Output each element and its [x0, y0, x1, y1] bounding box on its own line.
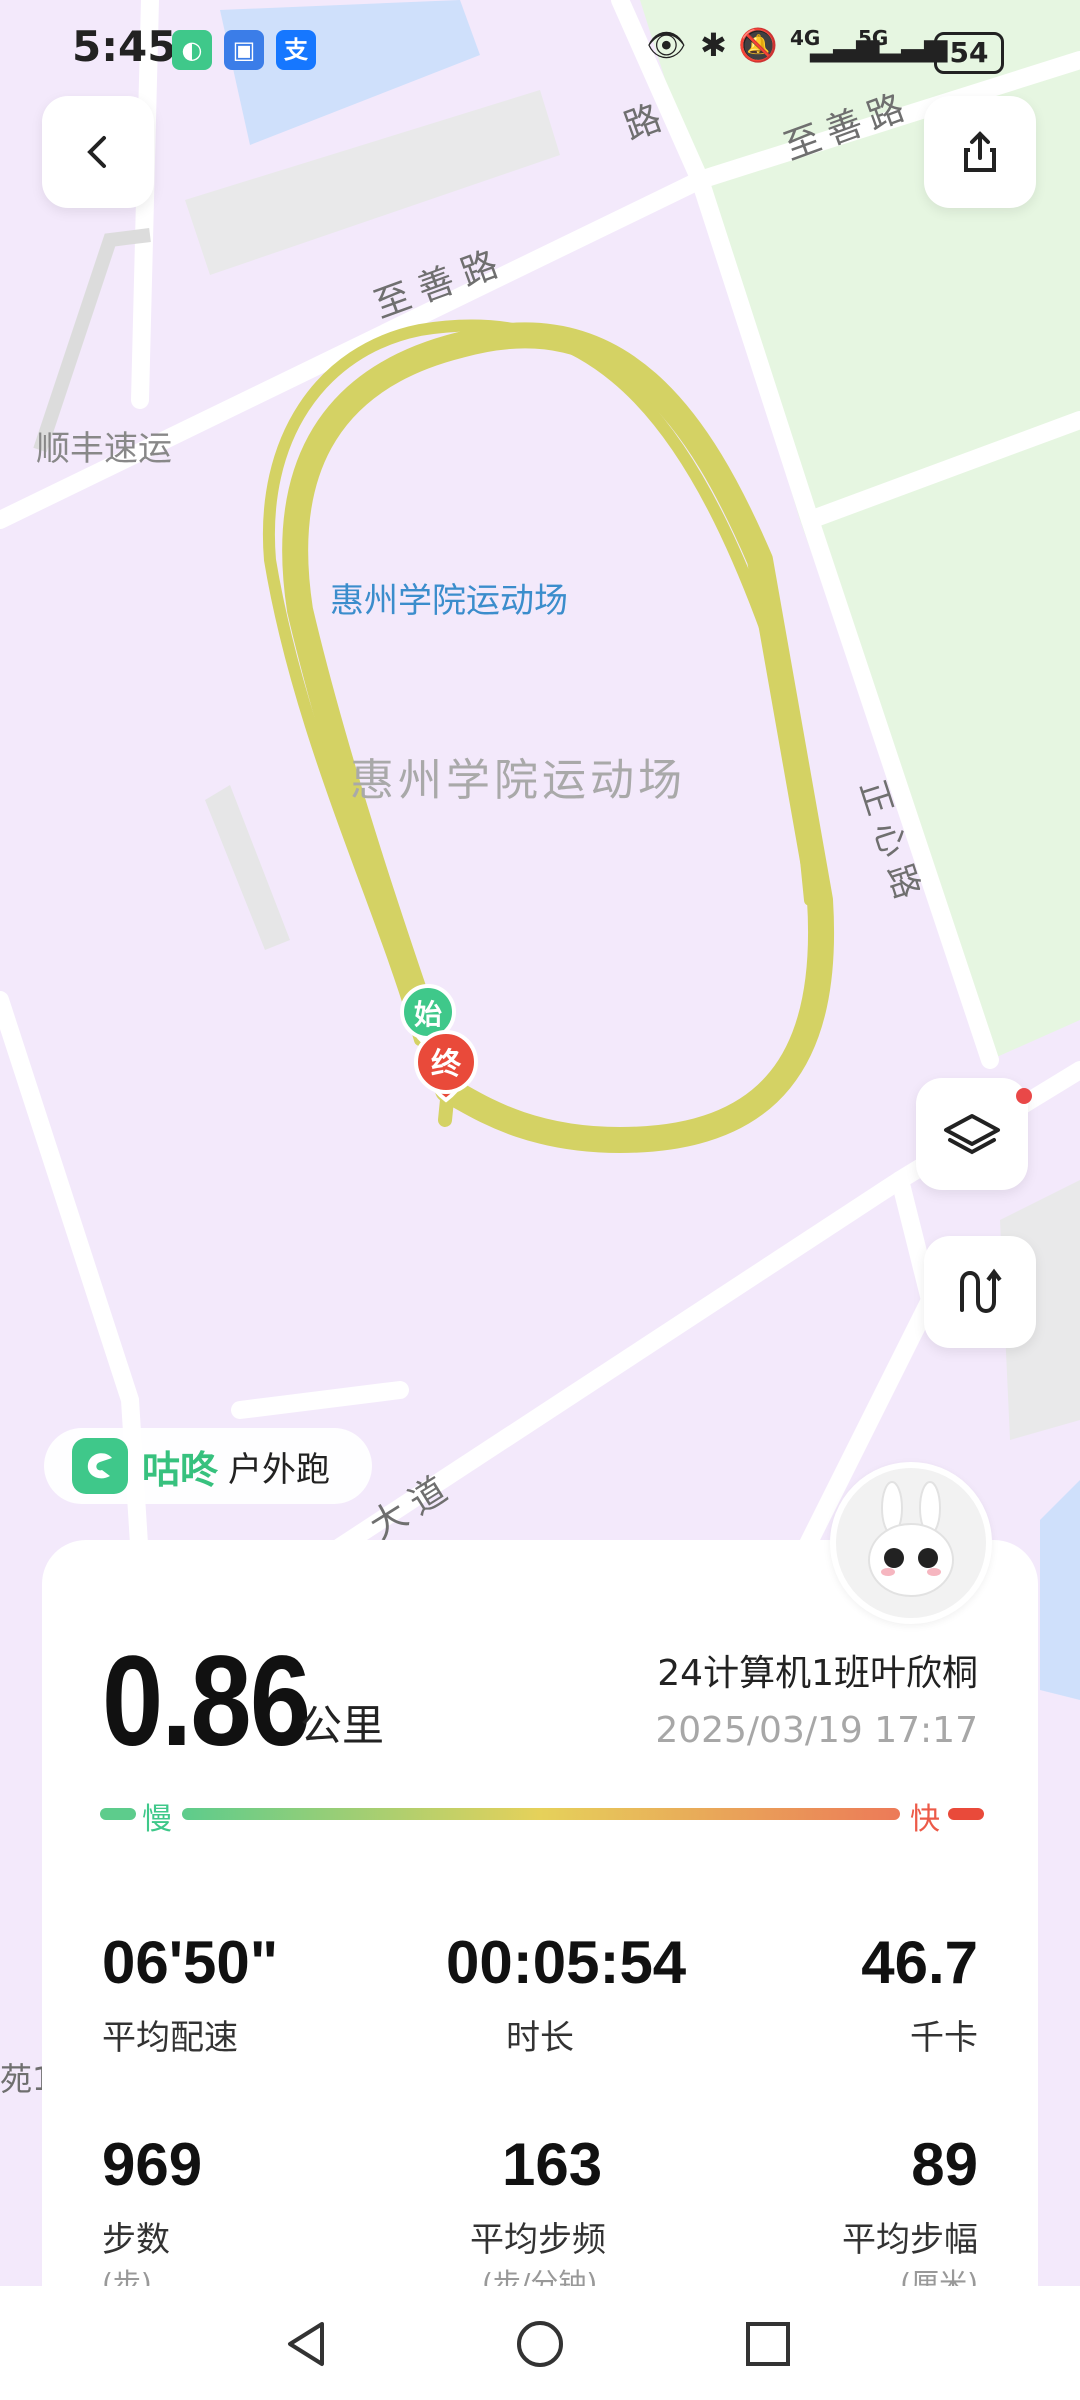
duration-value: 00:05:54	[446, 1929, 687, 1996]
pace-fast-label: 快	[910, 1802, 940, 1837]
back-button[interactable]	[42, 96, 154, 208]
track-replay-icon	[960, 1268, 1002, 1313]
pace-slow-bar	[100, 1808, 136, 1820]
share-icon	[964, 131, 996, 172]
stadium-label[interactable]: 惠州学院运动场	[330, 581, 568, 621]
battery-indicator: 54	[934, 32, 1004, 74]
eye-icon: 👁	[646, 26, 687, 64]
svg-text:终: 终	[431, 1047, 462, 1082]
steps-label: 步数	[102, 2220, 170, 2260]
id-card-app-icon: ▣	[224, 30, 264, 70]
activity-type: 户外跑	[228, 1449, 331, 1490]
bunny-avatar-icon	[868, 1481, 954, 1597]
cadence-label: 平均步频	[470, 2220, 606, 2260]
pace-legend: 慢 快	[100, 1794, 984, 1837]
user-avatar[interactable]	[830, 1462, 992, 1624]
stride-label: 平均步幅	[842, 2220, 978, 2260]
steps-value: 969	[102, 2131, 203, 2198]
status-time: 5:45	[72, 22, 177, 71]
gudong-app-icon: ◐	[172, 30, 212, 70]
summary-panel[interactable]: 0.86 公里 24计算机1班叶欣桐 2025/03/19 17:17 慢 快 …	[42, 1540, 1038, 2400]
map-layers-button[interactable]	[916, 1078, 1032, 1190]
bluetooth-icon: ✱	[700, 26, 727, 64]
gudong-logo-icon	[72, 1438, 128, 1494]
route-playback-button[interactable]	[924, 1236, 1036, 1348]
share-button[interactable]	[924, 96, 1036, 208]
app-source-tag: 咕咚 户外跑	[44, 1428, 372, 1504]
nav-back-icon[interactable]	[282, 2318, 330, 2370]
pace-fast-bar	[948, 1808, 984, 1820]
cadence-value: 163	[502, 2131, 603, 2198]
layers-icon	[944, 1114, 1000, 1155]
distance-value: 0.86	[102, 1630, 311, 1773]
distance-unit: 公里	[300, 1701, 385, 1750]
calories-value: 46.7	[861, 1929, 978, 1996]
stadium-area-label: 惠州学院运动场	[350, 755, 686, 806]
alipay-app-icon: 支	[276, 30, 316, 70]
pace-slow-label: 慢	[142, 1802, 172, 1837]
brand-name: 咕咚	[142, 1447, 219, 1492]
user-name: 24计算机1班叶欣桐	[657, 1653, 978, 1694]
duration-label: 时长	[506, 2018, 574, 2058]
stride-value: 89	[911, 2131, 978, 2198]
mute-icon: 🔕	[738, 26, 778, 64]
nav-home-icon[interactable]	[514, 2318, 566, 2370]
nav-recents-icon[interactable]	[744, 2320, 792, 2368]
activity-datetime: 2025/03/19 17:17	[655, 1710, 978, 1751]
avg-pace-value: 06'50"	[102, 1929, 279, 1996]
status-bar: 5:45 ◐ ▣ 支 👁 ✱ 🔕 4G ▂▃▅ 5G ▂▃▅ 54	[0, 0, 1080, 100]
svg-text:始: 始	[414, 998, 442, 1031]
system-navigation-bar	[0, 2286, 1080, 2400]
pace-gradient-bar	[182, 1808, 900, 1820]
back-arrow-icon	[87, 136, 106, 168]
notification-dot	[1016, 1088, 1032, 1104]
calories-label: 千卡	[910, 2018, 978, 2058]
poi-label: 顺丰速运	[36, 429, 172, 469]
avg-pace-label: 平均配速	[102, 2018, 238, 2058]
